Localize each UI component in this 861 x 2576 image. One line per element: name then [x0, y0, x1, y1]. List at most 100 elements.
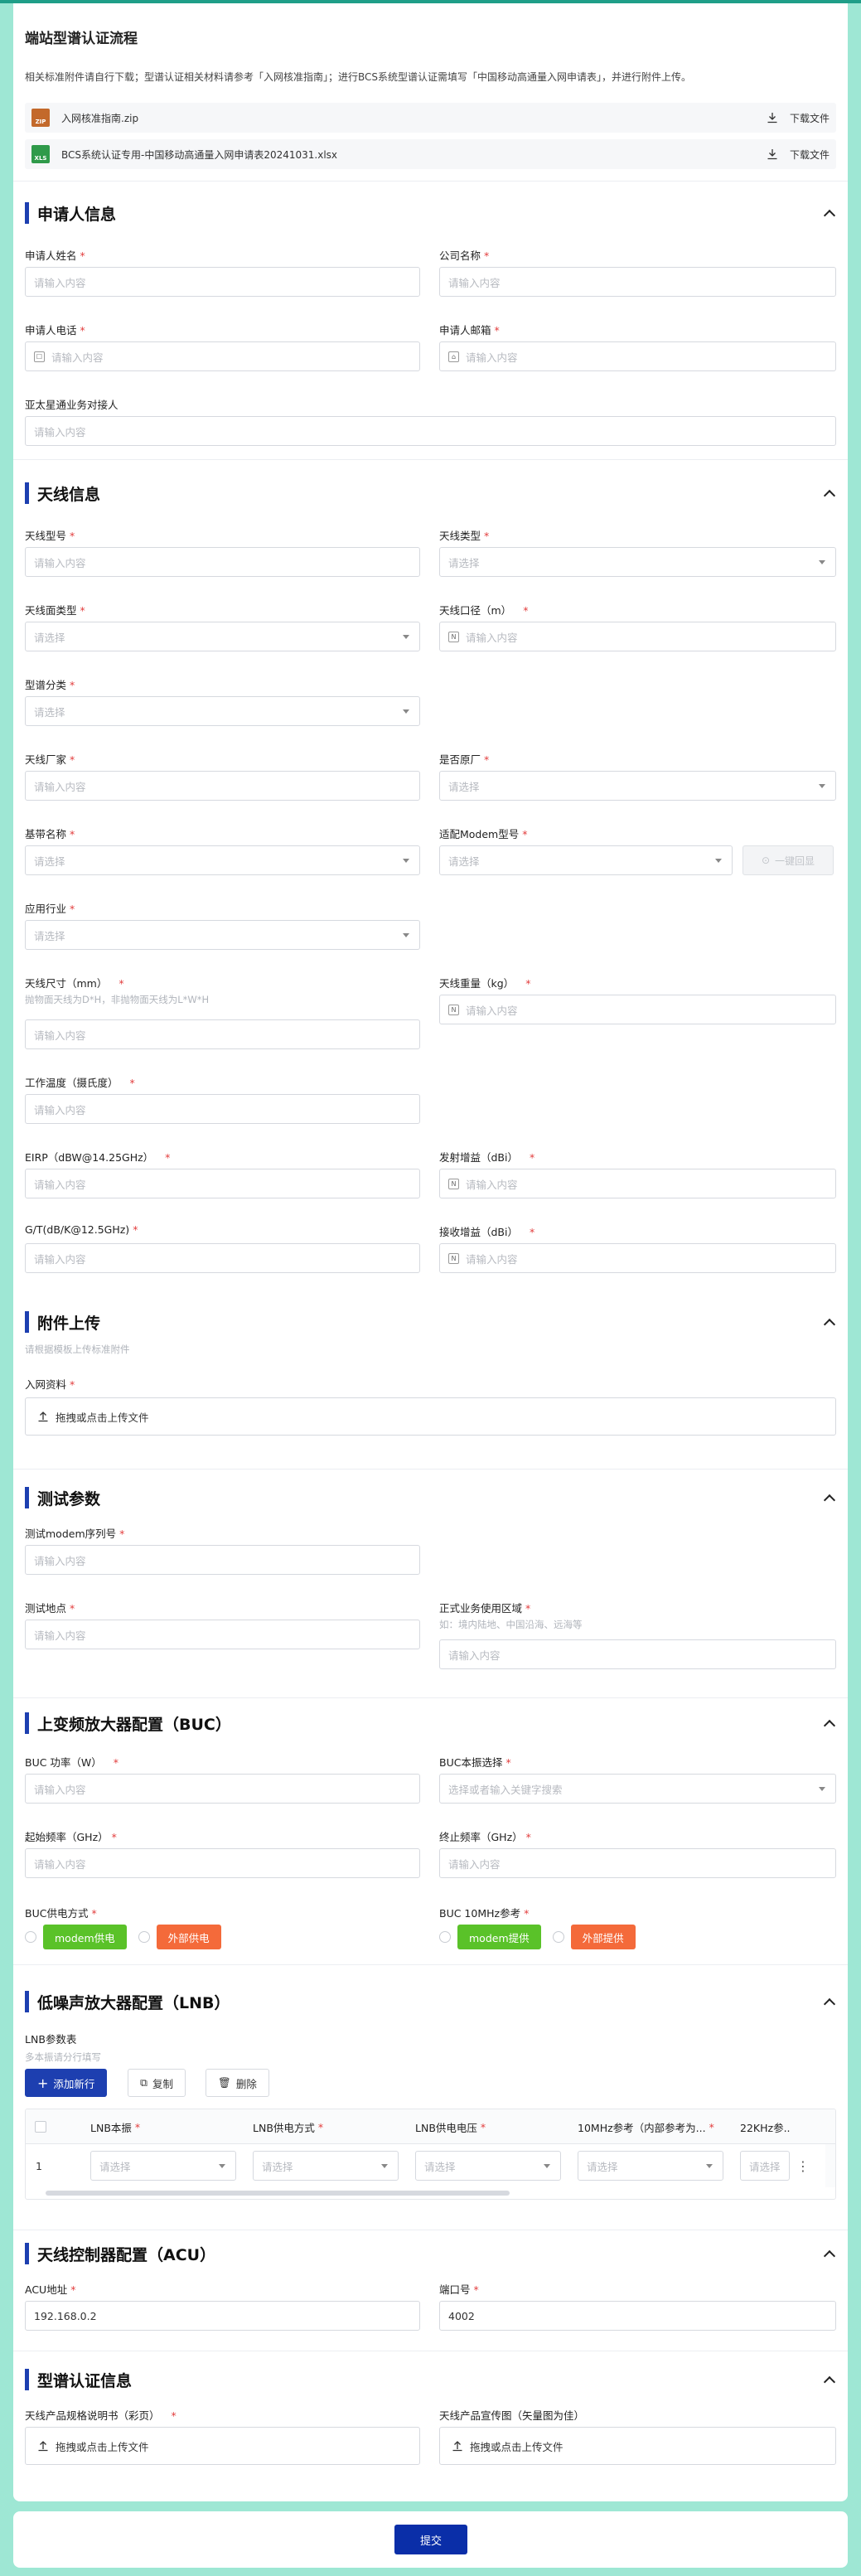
page-title: 端站型谱认证流程	[25, 31, 138, 47]
download-file-button[interactable]: 下载文件	[767, 148, 830, 162]
modem-model-select[interactable]: 请选择	[439, 845, 733, 875]
chevron-down-icon	[706, 2164, 713, 2168]
lnb-22khz-select[interactable]: 请选择	[740, 2151, 790, 2181]
lnb-ref-select[interactable]: 请选择	[578, 2151, 723, 2181]
promo-upload[interactable]: 拖拽或点击上传文件	[439, 2427, 836, 2465]
field-label: 工作温度（摄氏度） *	[25, 1077, 135, 1089]
section-title: 附件上传	[25, 1311, 100, 1333]
collapse-icon[interactable]	[823, 1995, 836, 2008]
download-file-button[interactable]: 下载文件	[767, 111, 830, 125]
acu-address-input[interactable]: 192.168.0.2	[25, 2301, 420, 2331]
submit-button[interactable]: 提交	[394, 2525, 467, 2554]
field-label: 天线尺寸（mm） *	[25, 977, 124, 990]
industry-select[interactable]: 请选择	[25, 920, 420, 950]
field-label: 申请人邮箱 *	[439, 324, 500, 337]
test-site-input[interactable]: 请输入内容	[25, 1620, 420, 1649]
end-freq-input[interactable]: 请输入内容	[439, 1848, 836, 1878]
section-title: 申请人信息	[25, 202, 116, 224]
chevron-down-icon	[544, 2164, 550, 2168]
row-more-icon[interactable]: ⋮	[796, 2144, 810, 2187]
business-area-input[interactable]: 请输入内容	[439, 1639, 836, 1669]
chevron-down-icon	[381, 2164, 388, 2168]
antenna-model-input[interactable]: 请输入内容	[25, 547, 420, 577]
work-temp-input[interactable]: 请输入内容	[25, 1094, 420, 1124]
file-name: 入网核准指南.zip	[61, 112, 139, 124]
copy-button[interactable]: ⧉ 复制	[128, 2069, 186, 2097]
radio-button[interactable]	[439, 1931, 451, 1943]
collapse-icon[interactable]	[823, 206, 836, 220]
divider	[13, 459, 848, 460]
upload-icon	[452, 2441, 462, 2452]
collapse-icon[interactable]	[823, 1717, 836, 1730]
acu-port-input[interactable]: 4002	[439, 2301, 836, 2331]
antenna-surface-select[interactable]: 请选择	[25, 622, 420, 651]
vertical-scrollbar[interactable]	[825, 2144, 835, 2187]
applicant-name-input[interactable]: 请输入内容	[25, 267, 420, 297]
field-label: 天线厂家 *	[25, 753, 75, 766]
applicant-phone-input[interactable]: ☐ 请输入内容	[25, 341, 420, 371]
file-item-application: XLS BCS系统认证专用-中国移动高通量入网申请表20241031.xlsx …	[25, 139, 836, 169]
plus-icon: +	[37, 2075, 49, 2091]
modem-serial-input[interactable]: 请输入内容	[25, 1545, 420, 1575]
business-contact-input[interactable]: 请输入内容	[25, 416, 836, 446]
horizontal-scrollbar[interactable]	[46, 2191, 510, 2196]
field-label: 适配Modem型号 *	[439, 828, 528, 840]
option-external-ref[interactable]: 外部提供	[570, 1925, 636, 1949]
divider	[13, 1469, 848, 1470]
buc-power-input[interactable]: 请输入内容	[25, 1774, 420, 1804]
lnb-supply-select[interactable]: 请选择	[253, 2151, 399, 2181]
number-icon: N	[448, 631, 459, 642]
chevron-down-icon	[403, 933, 409, 937]
chevron-down-icon	[819, 784, 825, 788]
section-title: 测试参数	[25, 1487, 100, 1508]
buc-lo-select[interactable]: 选择或者输入关键字搜索	[439, 1774, 836, 1804]
column-header: LNB本振 *	[90, 2120, 141, 2134]
applicant-email-input[interactable]: ⌂ 请输入内容	[439, 341, 836, 371]
collapse-icon[interactable]	[823, 1315, 836, 1329]
option-external-supply[interactable]: 外部供电	[156, 1925, 221, 1949]
chevron-down-icon	[403, 859, 409, 863]
delete-button[interactable]: 🗑 删除	[206, 2069, 269, 2097]
tx-gain-input[interactable]: N 请输入内容	[439, 1169, 836, 1198]
antenna-maker-input[interactable]: 请输入内容	[25, 771, 420, 801]
chevron-down-icon	[819, 560, 825, 564]
file-item-guide: ZIP 入网核准指南.zip 下载文件	[25, 103, 836, 133]
field-label: 端口号 *	[439, 2283, 479, 2296]
gt-input[interactable]: 请输入内容	[25, 1243, 420, 1273]
collapse-icon[interactable]	[823, 487, 836, 500]
radio-button[interactable]	[552, 1931, 564, 1943]
option-modem-supply[interactable]: modem供电	[43, 1925, 127, 1949]
collapse-icon[interactable]	[823, 1491, 836, 1504]
spectrum-class-select[interactable]: 请选择	[25, 696, 420, 726]
eirp-input[interactable]: 请输入内容	[25, 1169, 420, 1198]
lnb-voltage-select[interactable]: 请选择	[415, 2151, 561, 2181]
manual-upload[interactable]: 拖拽或点击上传文件	[25, 2427, 420, 2465]
section-title: 天线控制器配置（ACU）	[25, 2243, 215, 2264]
onekey-echo-button[interactable]: ⊙ 一键回显	[742, 845, 834, 875]
antenna-aperture-input[interactable]: N 请输入内容	[439, 622, 836, 651]
collapse-icon[interactable]	[823, 2373, 836, 2386]
field-label: G/T(dB/K@12.5GHz) *	[25, 1223, 138, 1236]
add-row-button[interactable]: + 添加新行	[25, 2069, 108, 2097]
lnb-lo-select[interactable]: 请选择	[90, 2151, 236, 2181]
start-freq-input[interactable]: 请输入内容	[25, 1848, 420, 1878]
is-original-select[interactable]: 请选择	[439, 771, 836, 801]
material-upload[interactable]: 拖拽或点击上传文件	[25, 1397, 836, 1436]
field-label: 基带名称 *	[25, 828, 75, 840]
radio-button[interactable]	[25, 1931, 36, 1943]
baseband-select[interactable]: 请选择	[25, 845, 420, 875]
field-label: 测试地点 *	[25, 1602, 75, 1615]
divider	[13, 181, 848, 182]
field-label: 应用行业 *	[25, 903, 75, 915]
option-modem-ref[interactable]: modem提供	[457, 1925, 541, 1949]
antenna-type-select[interactable]: 请选择	[439, 547, 836, 577]
antenna-weight-input[interactable]: N 请输入内容	[439, 995, 836, 1024]
field-label: 天线产品宣传图（矢量图为佳）	[439, 2409, 585, 2422]
antenna-size-input[interactable]: 请输入内容	[25, 1019, 420, 1049]
radio-button[interactable]	[138, 1931, 150, 1943]
collapse-icon[interactable]	[823, 2247, 836, 2260]
rx-gain-input[interactable]: N 请输入内容	[439, 1243, 836, 1273]
company-name-input[interactable]: 请输入内容	[439, 267, 836, 297]
select-all-checkbox[interactable]	[35, 2109, 46, 2144]
copy-icon: ⧉	[140, 2076, 148, 2089]
